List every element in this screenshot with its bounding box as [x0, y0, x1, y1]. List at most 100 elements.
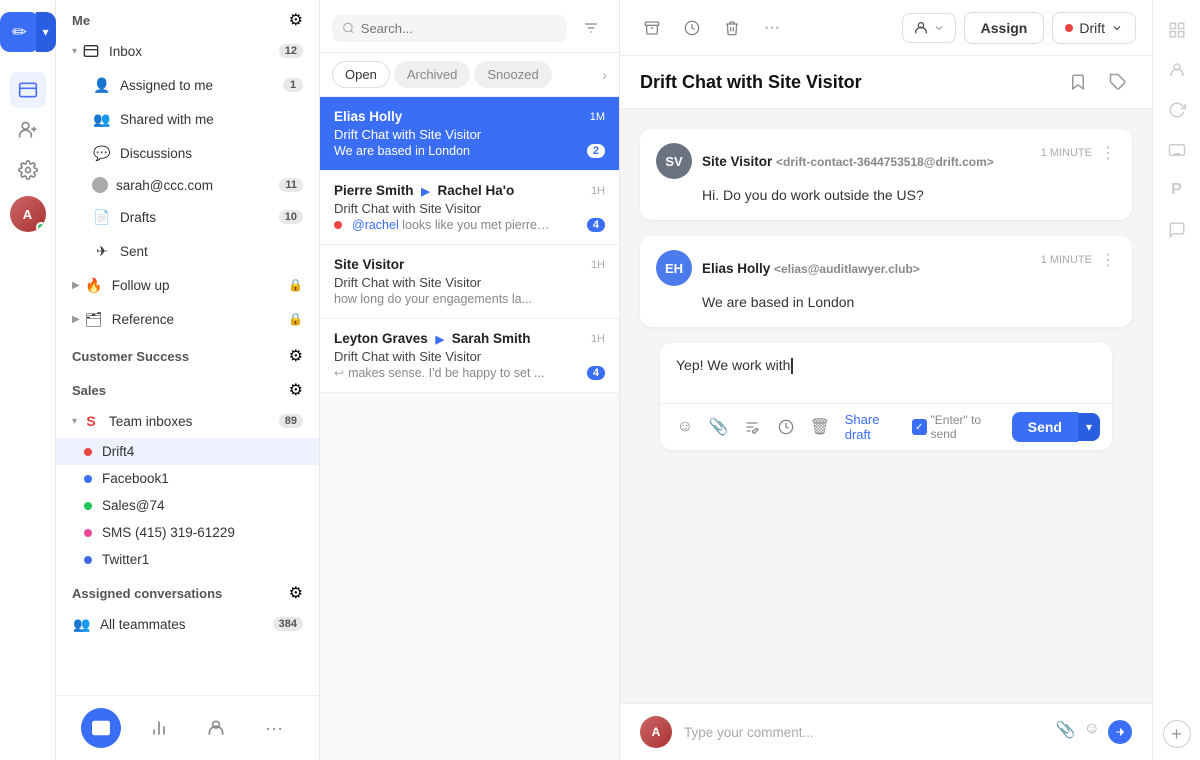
conv-name: Elias Holly: [334, 109, 402, 124]
conversation-item[interactable]: Pierre Smith ▶ Rachel Ha'o 1H Drift Chat…: [320, 171, 619, 245]
follow-up-caret: ▶: [72, 280, 80, 291]
drift-inbox-item[interactable]: Drift 4: [56, 438, 319, 465]
inbox-caret: ▾: [72, 46, 77, 57]
send-button-group: Send ▾: [1012, 412, 1100, 442]
trash-toolbar-icon[interactable]: [716, 12, 748, 44]
p-rail-icon[interactable]: P: [1159, 172, 1195, 208]
message-body: We are based in London: [656, 292, 1116, 313]
drift-button[interactable]: Drift: [1052, 12, 1136, 44]
attach-reply-icon[interactable]: 📎: [706, 413, 732, 441]
compose-caret[interactable]: ▾: [36, 12, 56, 52]
conv-name: Pierre Smith ▶ Rachel Ha'o: [334, 183, 514, 198]
sarah-label: sarah@ccc.com: [116, 178, 279, 193]
user-avatar[interactable]: A: [10, 196, 46, 232]
conv-badge: 2: [587, 144, 605, 158]
sales-at-dot: [84, 502, 92, 510]
more-toolbar-icon[interactable]: ···: [756, 12, 788, 44]
conv-subject: Drift Chat with Site Visitor: [334, 275, 605, 290]
sms-inbox-item[interactable]: SMS (415) 319-6122 9: [56, 519, 319, 546]
inbox-rail-icon[interactable]: [10, 72, 46, 108]
right-icon-rail: P +: [1152, 0, 1200, 760]
share-draft-button[interactable]: Share draft: [845, 412, 904, 442]
send-comment-icon[interactable]: [1108, 720, 1132, 744]
twitter-inbox-item[interactable]: Twitter 1: [56, 546, 319, 573]
tab-archived[interactable]: Archived: [394, 61, 471, 88]
settings-rail-icon[interactable]: [10, 152, 46, 188]
drift-label: Drift: [102, 444, 127, 459]
comment-input[interactable]: Type your comment...: [684, 725, 1044, 740]
conversation-item[interactable]: Site Visitor 1H Drift Chat with Site Vis…: [320, 245, 619, 319]
emoji-comment-icon[interactable]: ☺: [1084, 720, 1100, 744]
chat-rail-icon[interactable]: [1159, 212, 1195, 248]
facebook-inbox-item[interactable]: Facebook 1: [56, 465, 319, 492]
shared-with-me-item[interactable]: 👥 Shared with me: [56, 102, 319, 136]
main-toolbar: ··· Assign Drift: [620, 0, 1152, 56]
send-button[interactable]: Send: [1012, 412, 1078, 442]
drift-status-dot: [1065, 24, 1073, 32]
customer-success-gear[interactable]: ⚙: [289, 346, 303, 366]
sent-item[interactable]: ✈ Sent: [56, 234, 319, 268]
sales-at-inbox-item[interactable]: Sales@ 74: [56, 492, 319, 519]
tab-arrow[interactable]: ›: [602, 67, 607, 83]
assign-button[interactable]: Assign: [964, 12, 1045, 44]
add-rail-icon[interactable]: +: [1163, 720, 1191, 748]
search-box[interactable]: [332, 15, 567, 42]
grid-rail-icon[interactable]: [1159, 12, 1195, 48]
assigned-gear[interactable]: ⚙: [289, 583, 303, 603]
person-rail-icon[interactable]: [1159, 52, 1195, 88]
compose-button[interactable]: ✏: [0, 12, 40, 52]
me-gear-icon[interactable]: ⚙: [289, 10, 303, 30]
trash-reply-icon[interactable]: 🗑: [807, 413, 833, 441]
send-caret-button[interactable]: ▾: [1078, 413, 1100, 441]
conv-badge: 4: [587, 366, 605, 380]
inbox-footer-icon[interactable]: [81, 708, 121, 748]
archive-toolbar-icon[interactable]: [636, 12, 668, 44]
sarah-email-item[interactable]: sarah@ccc.com 11: [56, 170, 319, 200]
customer-success-label: Customer Success: [72, 349, 189, 364]
sales-gear[interactable]: ⚙: [289, 380, 303, 400]
more-footer-icon[interactable]: ···: [254, 708, 294, 748]
all-teammates-item[interactable]: 👥 All teammates 384: [56, 607, 319, 641]
twitter-label: Twitter: [102, 552, 142, 567]
contacts-rail-icon[interactable]: [10, 112, 46, 148]
emoji-reply-icon[interactable]: ☺: [672, 413, 698, 441]
conv-preview: makes sense. I'd be happy to set ...: [348, 366, 544, 380]
tag-title-icon[interactable]: [1104, 68, 1132, 96]
conv-subject: Drift Chat with Site Visitor: [334, 201, 605, 216]
contacts-footer-icon[interactable]: [196, 708, 236, 748]
tab-snoozed[interactable]: Snoozed: [474, 61, 551, 88]
tab-open[interactable]: Open: [332, 61, 390, 88]
keyboard-rail-icon[interactable]: [1159, 132, 1195, 168]
conv-preview: how long do your engagements la...: [334, 292, 532, 306]
template-reply-icon[interactable]: [740, 413, 766, 441]
search-input[interactable]: [361, 21, 557, 36]
rotate-rail-icon[interactable]: [1159, 92, 1195, 128]
conv-name: Leyton Graves ▶ Sarah Smith: [334, 331, 531, 346]
discussions-item[interactable]: 💬 Discussions: [56, 136, 319, 170]
reply-input[interactable]: Yep! We work with: [660, 343, 1112, 403]
message-more-icon[interactable]: ⋮: [1100, 250, 1116, 270]
clock-toolbar-icon[interactable]: [676, 12, 708, 44]
assigned-to-me-item[interactable]: 👤 Assigned to me 1: [56, 68, 319, 102]
follow-up-item[interactable]: ▶ 🔥 Follow up 🔒: [56, 268, 319, 302]
bookmark-title-icon[interactable]: [1064, 68, 1092, 96]
conversation-item[interactable]: Elias Holly 1M Drift Chat with Site Visi…: [320, 97, 619, 171]
sort-icon[interactable]: [575, 12, 607, 44]
person-button[interactable]: [902, 13, 956, 43]
sms-badge: 9: [227, 525, 235, 540]
enter-to-send-toggle[interactable]: ✓ "Enter" to send: [912, 413, 1004, 441]
drafts-item[interactable]: 📄 Drafts 10: [56, 200, 319, 234]
attach-comment-icon[interactable]: 📎: [1056, 720, 1076, 744]
reference-item[interactable]: ▶ 🗂 Reference 🔒: [56, 302, 319, 336]
inbox-item[interactable]: ▾ Inbox 12: [56, 34, 319, 68]
message-more-icon[interactable]: ⋮: [1100, 143, 1116, 163]
clock-reply-icon[interactable]: [773, 413, 799, 441]
team-inboxes-item[interactable]: ▾ S Team inboxes 89: [56, 404, 319, 438]
conversation-list: Elias Holly 1M Drift Chat with Site Visi…: [320, 97, 619, 760]
conversation-item[interactable]: Leyton Graves ▶ Sarah Smith 1H Drift Cha…: [320, 319, 619, 393]
conv-time: 1H: [591, 333, 605, 345]
assign-arrow-icon: ▶: [421, 186, 429, 198]
conversation-title-bar: Drift Chat with Site Visitor: [620, 56, 1152, 109]
enter-checkbox[interactable]: ✓: [912, 419, 927, 435]
stats-footer-icon[interactable]: [139, 708, 179, 748]
